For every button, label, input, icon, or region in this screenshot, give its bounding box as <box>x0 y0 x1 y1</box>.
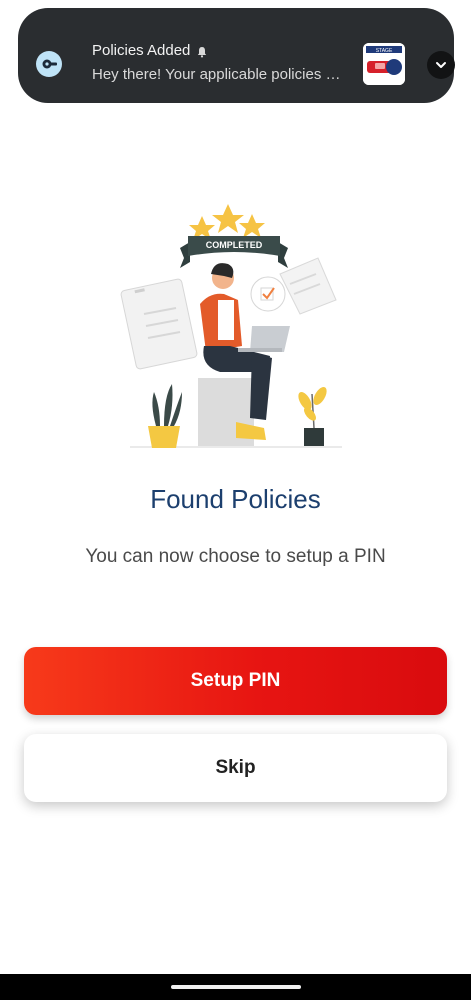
notification-title-row: Policies Added <box>92 42 208 59</box>
page-title: Found Policies <box>150 484 321 514</box>
stars-graphic <box>189 204 265 240</box>
setup-pin-label: Setup PIN <box>190 670 281 691</box>
bell-icon <box>196 45 208 57</box>
plant-right-graphic <box>298 386 327 446</box>
key-icon <box>36 51 62 77</box>
notification-banner[interactable]: Policies Added Hey there! Your applicabl… <box>18 8 455 103</box>
skip-button[interactable]: Skip <box>24 734 447 802</box>
home-gesture-handle[interactable] <box>171 985 301 989</box>
skip-label: Skip <box>215 757 256 778</box>
page-subtitle: You can now choose to setup a PIN <box>85 546 386 567</box>
completed-illustration: COMPLETED <box>120 204 342 448</box>
svg-text:COMPLETED: COMPLETED <box>206 240 263 250</box>
document-graphic <box>279 257 337 315</box>
clipboard-graphic <box>120 278 198 370</box>
system-navigation-bar <box>0 974 471 1000</box>
setup-pin-button[interactable]: Setup PIN <box>24 647 447 715</box>
plant-left-graphic <box>148 384 182 448</box>
check-bubble-icon <box>250 276 286 312</box>
notification-body: Hey there! Your applicable policies are … <box>92 66 348 83</box>
notification-thumbnail: STAGE <box>363 43 405 85</box>
notification-title: Policies Added <box>92 42 191 59</box>
completed-badge: COMPLETED <box>180 236 288 268</box>
thumbnail-label: STAGE <box>376 48 393 54</box>
chevron-down-icon[interactable] <box>427 51 455 79</box>
